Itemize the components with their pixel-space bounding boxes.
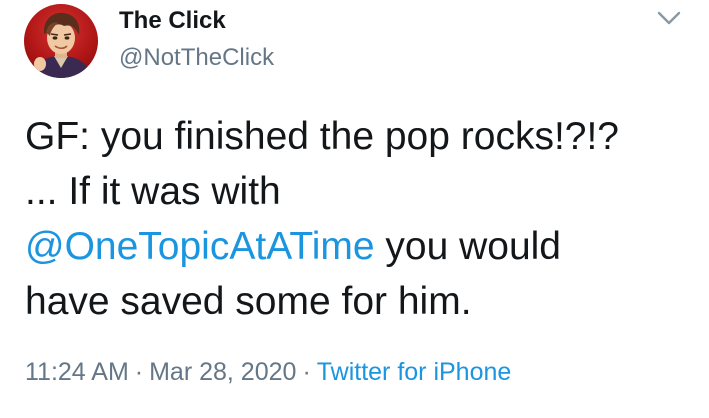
tweet-text-line: ... If it was with [25, 170, 281, 213]
author-handle[interactable]: @NotTheClick [119, 44, 274, 72]
meta-separator: · [302, 358, 311, 386]
tweet-source-link[interactable]: Twitter for iPhone [317, 358, 512, 386]
tweet-text-line: GF: you finished the pop rocks!?!? [25, 115, 619, 158]
tweet-card: The Click @NotTheClick GF: you finished … [0, 0, 709, 418]
avatar-illustration-icon [30, 12, 92, 78]
tweet-text-line: @OneTopicAtATime you would [25, 219, 685, 274]
tweet-text: GF: you finished the pop rocks!?!? ... I… [25, 109, 685, 329]
tweet-menu-button[interactable] [655, 6, 683, 30]
author-avatar[interactable] [24, 4, 98, 78]
tweet-text-fragment: you would [374, 225, 561, 268]
tweet-time[interactable]: 11:24 AM [25, 358, 129, 386]
meta-separator: · [134, 358, 144, 386]
tweet-text-line: have saved some for him. [25, 280, 472, 323]
chevron-down-icon [657, 11, 681, 25]
author-display-name[interactable]: The Click [119, 7, 226, 35]
mention-link[interactable]: @OneTopicAtATime [25, 225, 375, 268]
tweet-metadata: 11:24 AM · Mar 28, 2020 · Twitter for iPhone [25, 358, 511, 387]
tweet-date[interactable]: Mar 28, 2020 [149, 358, 296, 386]
